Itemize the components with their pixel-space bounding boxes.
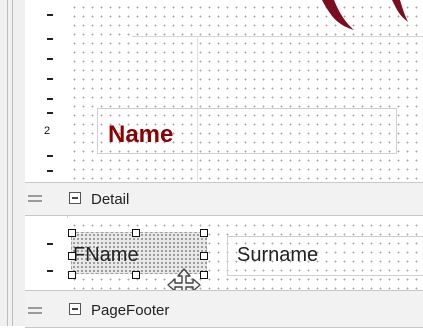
band-grip-icon[interactable] [28, 195, 42, 197]
vertical-ruler: 2 [25, 0, 68, 326]
band-grip-icon[interactable] [28, 200, 42, 202]
band-grip-icon[interactable] [28, 312, 42, 314]
gutter-line [12, 0, 13, 326]
resize-handle[interactable] [200, 271, 208, 279]
ruler-tick [47, 14, 53, 16]
resize-handle[interactable] [132, 271, 140, 279]
gutter-line [7, 0, 8, 326]
pagefooter-band-title: PageFooter [91, 302, 170, 319]
resize-handle[interactable] [132, 229, 140, 237]
ruler-tick [47, 38, 53, 40]
resize-handle[interactable] [68, 252, 76, 260]
collapse-pagefooter-icon[interactable] [69, 303, 81, 315]
band-grip-icon[interactable] [28, 307, 42, 309]
ruler-tick [47, 112, 53, 114]
resize-handle[interactable] [200, 229, 208, 237]
collapse-detail-icon[interactable] [69, 192, 81, 204]
left-gutter [0, 0, 26, 326]
guide-line [132, 36, 423, 37]
resize-handle[interactable] [68, 271, 76, 279]
detail-band-area[interactable]: FName Surname [67, 218, 423, 302]
pagefooter-band-header[interactable]: PageFooter [25, 290, 423, 328]
detail-band-header[interactable]: Detail [25, 182, 423, 216]
ruler-tick [47, 270, 53, 272]
fname-field-text: FName [73, 244, 139, 266]
ruler-tick [47, 58, 53, 60]
ruler-number: 2 [44, 125, 51, 137]
page-header-band-area[interactable]: Name [67, 0, 423, 182]
resize-handle[interactable] [200, 252, 208, 260]
ruler-tick [47, 78, 53, 80]
detail-band-title: Detail [91, 191, 130, 208]
ruler-tick [47, 155, 53, 157]
ruler-tick [47, 243, 53, 245]
name-label: Name [108, 121, 174, 148]
decorative-shape-icon [322, 0, 408, 30]
ruler-tick [47, 98, 53, 100]
name-label-box[interactable]: Name [97, 108, 397, 154]
resize-handle[interactable] [68, 229, 76, 237]
surname-field-text: Surname [237, 244, 319, 266]
ruler-tick [47, 170, 53, 172]
